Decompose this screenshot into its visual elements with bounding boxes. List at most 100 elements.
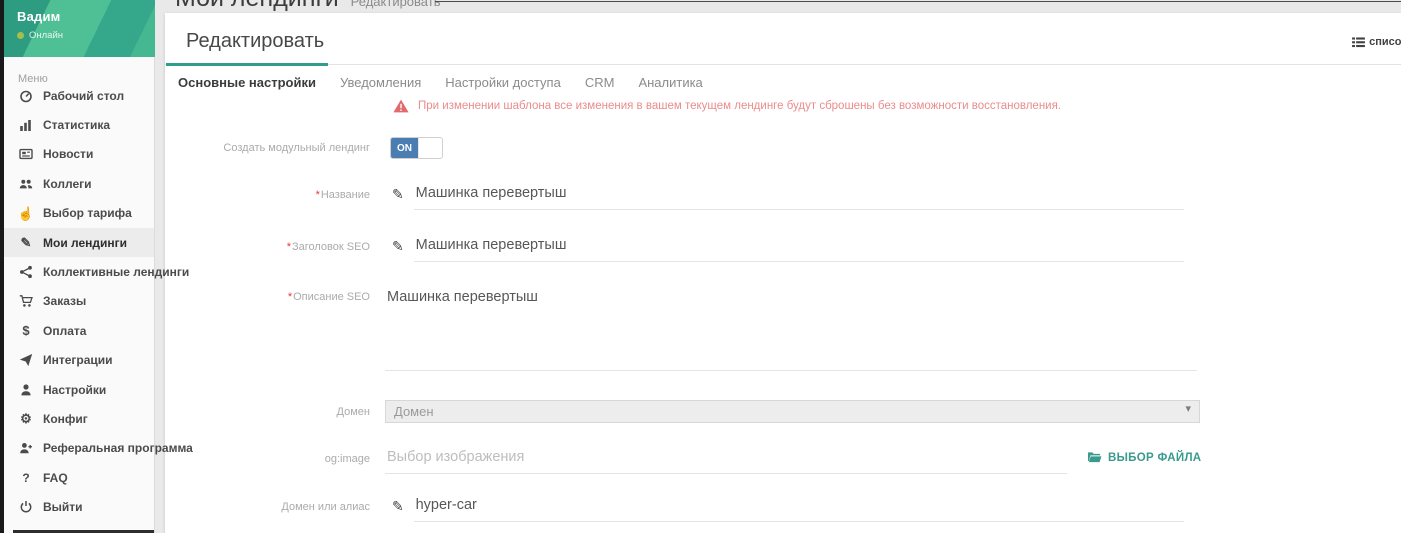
modular-landing-toggle[interactable]: ON bbox=[390, 137, 443, 159]
user-name: Вадим bbox=[17, 9, 155, 24]
breadcrumb: Редактировать bbox=[351, 0, 441, 9]
sidebar-item-colleagues[interactable]: Коллеги bbox=[4, 169, 154, 198]
form-row-alias: Домен или алиас ✎ bbox=[165, 497, 1401, 522]
dashboard-icon bbox=[18, 89, 34, 103]
user-icon bbox=[18, 383, 34, 397]
tab-main-settings[interactable]: Основные настройки bbox=[166, 65, 328, 99]
list-icon bbox=[1352, 37, 1365, 48]
og-image-input[interactable] bbox=[385, 449, 1067, 474]
sidebar-item-dashboard[interactable]: Рабочий стол bbox=[4, 81, 154, 110]
sidebar-item-label: Выбор тарифа bbox=[43, 206, 132, 220]
share-icon bbox=[18, 265, 34, 279]
form-row-modular-toggle: Создать модульный лендинг ON bbox=[165, 137, 1401, 159]
users-icon bbox=[18, 177, 34, 191]
domain-select-value: Домен bbox=[386, 401, 1199, 422]
sidebar-item-label: Статистика bbox=[43, 118, 110, 132]
sidebar: Вадим Онлайн Меню Рабочий столСтатистика… bbox=[0, 0, 155, 533]
seo-description-textarea[interactable]: Машинка перевертыш bbox=[385, 287, 1197, 371]
form-row-domain: Домен Домен ▾ bbox=[165, 400, 1401, 423]
tab-bar: Основные настройкиУведомленияНастройки д… bbox=[165, 64, 1401, 99]
sidebar-item-payment[interactable]: $ Оплата bbox=[4, 316, 154, 345]
sidebar-item-integrations[interactable]: Интеграции bbox=[4, 346, 154, 375]
sidebar-item-settings[interactable]: Настройки bbox=[4, 375, 154, 404]
hand-pointer-icon: ☝ bbox=[18, 207, 34, 220]
sidebar-item-label: Коллективные лендинги bbox=[43, 265, 189, 279]
list-view-button[interactable]: список bbox=[1352, 36, 1401, 48]
gears-icon: ⚙ bbox=[18, 412, 34, 425]
tab-analytics[interactable]: Аналитика bbox=[626, 65, 714, 99]
sidebar-item-label: Конфиг bbox=[43, 412, 88, 426]
sidebar-item-logout[interactable]: Выйти bbox=[4, 492, 154, 521]
user-status: Онлайн bbox=[17, 30, 155, 41]
card-title: Редактировать bbox=[186, 30, 324, 53]
form-row-og-image: og:image ВЫБОР ФАЙЛА bbox=[165, 449, 1401, 474]
sidebar-item-config[interactable]: ⚙ Конфиг bbox=[4, 404, 154, 433]
list-view-label: список bbox=[1369, 36, 1401, 48]
sidebar-item-label: Новости bbox=[43, 147, 93, 161]
window-edge bbox=[0, 0, 4, 533]
chevron-down-icon: ▾ bbox=[1185, 402, 1191, 415]
tab-notifications[interactable]: Уведомления bbox=[328, 65, 433, 99]
sidebar-item-label: FAQ bbox=[43, 471, 68, 485]
sidebar-item-label: Интеграции bbox=[43, 353, 113, 367]
bar-chart-icon bbox=[18, 118, 34, 132]
sidebar-item-faq[interactable]: ? FAQ bbox=[4, 463, 154, 492]
folder-icon bbox=[1087, 451, 1102, 464]
toggle-knob bbox=[418, 138, 442, 158]
alias-input[interactable] bbox=[414, 497, 1184, 522]
field-label: og:image bbox=[165, 449, 370, 465]
sidebar-item-label: Заказы bbox=[43, 294, 86, 308]
power-icon bbox=[18, 500, 34, 514]
form-row-name: *Название ✎ bbox=[165, 185, 1401, 210]
sidebar-item-label: Реферальная программа bbox=[43, 441, 193, 455]
sidebar-item-news[interactable]: Новости bbox=[4, 140, 154, 169]
pencil-icon: ✎ bbox=[392, 497, 407, 522]
sidebar-item-orders[interactable]: Заказы bbox=[4, 287, 154, 316]
name-input[interactable] bbox=[414, 185, 1184, 210]
warning-text: При изменении шаблона все изменения в ва… bbox=[418, 100, 1061, 112]
edit-icon: ✎ bbox=[18, 236, 34, 249]
field-label: *Описание SEO bbox=[165, 287, 370, 303]
field-label: Домен или алиас bbox=[165, 497, 370, 513]
sidebar-item-tariff-choice[interactable]: ☝ Выбор тарифа bbox=[4, 199, 154, 228]
form-row-seo-title: *Заголовок SEO ✎ bbox=[165, 237, 1401, 262]
top-divider bbox=[435, 1, 1401, 2]
edit-card: Редактировать список Основные настройкиУ… bbox=[165, 13, 1401, 533]
sidebar-item-referral-program[interactable]: Реферальная программа bbox=[4, 434, 154, 463]
dollar-icon: $ bbox=[18, 324, 34, 337]
cart-icon bbox=[18, 294, 34, 308]
paper-plane-icon bbox=[18, 353, 34, 367]
sidebar-item-label: Коллеги bbox=[43, 177, 92, 191]
user-status-label: Онлайн bbox=[29, 30, 63, 41]
newspaper-icon bbox=[18, 147, 34, 161]
field-label: Создать модульный лендинг bbox=[165, 137, 370, 154]
pencil-icon: ✎ bbox=[392, 185, 407, 210]
domain-select[interactable]: Домен ▾ bbox=[385, 400, 1200, 423]
pencil-icon: ✎ bbox=[392, 237, 407, 262]
form-row-seo-description: *Описание SEO Машинка перевертыш bbox=[165, 287, 1401, 371]
sidebar-item-label: Рабочий стол bbox=[43, 89, 124, 103]
sidebar-item-statistics[interactable]: Статистика bbox=[4, 110, 154, 139]
app-root: Вадим Онлайн Меню Рабочий столСтатистика… bbox=[0, 0, 1401, 533]
page-title: Мои лендинги bbox=[175, 0, 339, 11]
field-label: Домен bbox=[165, 400, 370, 418]
toggle-on-label: ON bbox=[391, 138, 418, 158]
sidebar-item-label: Выйти bbox=[43, 500, 83, 514]
field-label: *Заголовок SEO bbox=[165, 237, 370, 253]
template-warning: При изменении шаблона все изменения в ва… bbox=[393, 99, 1061, 113]
field-label: *Название bbox=[165, 185, 370, 201]
choose-file-label: ВЫБОР ФАЙЛА bbox=[1108, 452, 1201, 464]
choose-file-button[interactable]: ВЫБОР ФАЙЛА bbox=[1087, 449, 1201, 464]
sidebar-item-collective-landings[interactable]: Коллективные лендинги bbox=[4, 257, 154, 286]
sidebar-item-my-landings[interactable]: ✎ Мои лендинги bbox=[4, 228, 154, 257]
user-plus-icon bbox=[18, 441, 34, 455]
user-panel: Вадим Онлайн bbox=[4, 0, 155, 57]
sidebar-menu: Рабочий стол Статистика Новости Коллеги ☝ Выб… bbox=[4, 81, 154, 522]
warning-icon bbox=[393, 99, 409, 113]
seo-title-input[interactable] bbox=[414, 237, 1184, 262]
sidebar-item-label: Оплата bbox=[43, 324, 86, 338]
sidebar-item-label: Мои лендинги bbox=[43, 236, 127, 250]
tab-access-settings[interactable]: Настройки доступа bbox=[433, 65, 573, 99]
tab-crm[interactable]: CRM bbox=[573, 65, 627, 99]
question-icon: ? bbox=[18, 472, 34, 484]
